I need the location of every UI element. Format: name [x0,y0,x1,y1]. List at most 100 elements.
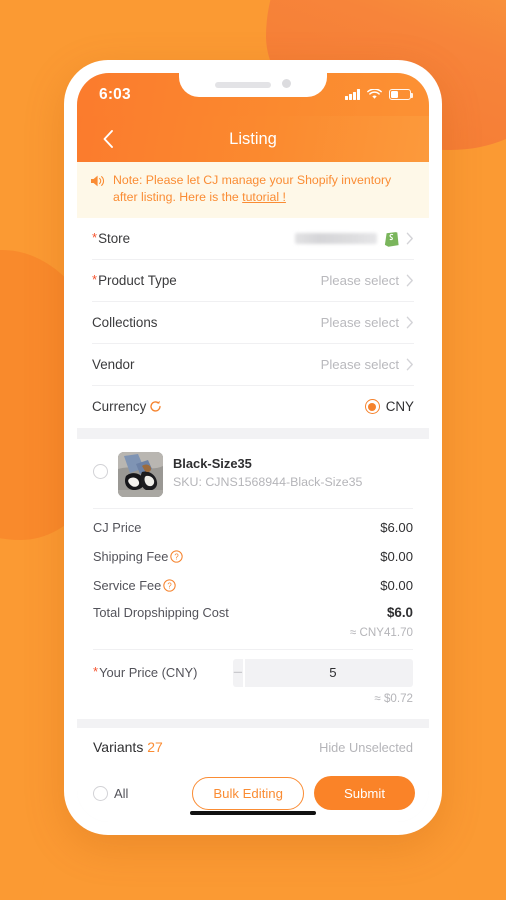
form-label-store-text: Store [98,230,131,246]
chevron-right-icon [406,316,413,329]
tutorial-link[interactable]: tutorial ! [242,190,286,204]
stepper-decrement-button[interactable]: − [233,658,243,687]
refresh-icon[interactable] [149,400,162,413]
required-star: * [93,664,99,680]
variant-meta: Black-Size35 SKU: CJNS1568944-Black-Size… [173,452,362,492]
form-label-currency-text: Currency [92,399,147,415]
cellular-signal-icon [345,89,360,100]
your-price-row: *Your Price (CNY) − + [93,658,413,687]
help-circle-icon[interactable]: ? [170,550,184,563]
price-label-service-fee: Service Fee ? [93,578,176,593]
form-label-vendor: Vendor [92,357,134,372]
svg-text:?: ? [168,581,173,590]
price-label-service-fee-text: Service Fee [93,577,162,593]
quantity-stepper[interactable]: − + [233,658,413,687]
price-row-total: Total Dropshipping Cost $6.0 [93,600,413,626]
your-price-label: * Your Price (CNY) [93,665,197,680]
phone-device-frame: 6:03 Listing Note: Please let CJ manage … [64,60,442,835]
price-label-shipping-fee: Shipping Fee ? [93,548,184,564]
store-name-redacted [295,232,377,244]
bottom-actions: Bulk Editing Submit [192,776,415,810]
price-row-shipping-fee: Shipping Fee ? $0.00 [93,542,413,571]
form-value-vendor: Please select [321,357,414,372]
price-label-cj-price: CJ Price [93,520,141,535]
form-value-product-type: Please select [321,273,414,288]
status-bar-icons [345,89,414,100]
currency-selected-label: CNY [385,399,414,415]
your-price-approx-usd: ≈ $0.72 [374,691,413,705]
battery-low-icon [389,89,414,100]
form-label-product-type: * Product Type [92,273,177,288]
price-amount-total: $6.0 [386,605,413,621]
form-value-store [295,230,414,247]
your-price-label-text: Your Price (CNY) [99,665,198,681]
select-all-label: All [114,785,129,801]
form-row-vendor[interactable]: Vendor Please select [92,344,414,386]
your-price-input[interactable] [244,658,413,687]
form-label-collections-text: Collections [92,314,158,330]
form-row-currency[interactable]: Currency CNY [92,386,414,428]
price-label-shipping-fee-text: Shipping Fee [93,548,169,564]
collections-value: Please select [320,314,399,330]
notice-banner: Note: Please let CJ manage your Shopify … [77,162,429,218]
screen-body: * Store * Product Type Please select Col… [77,217,429,764]
form-label-collections: Collections [92,315,158,330]
device-notch [179,73,327,97]
form-label-currency: Currency [92,399,162,414]
variant-sku: SKU: CJNS1568944-Black-Size35 [173,475,363,490]
vendor-value: Please select [320,356,399,372]
form-row-collections[interactable]: Collections Please select [92,302,414,344]
price-label-total: Total Dropshipping Cost [93,605,229,620]
form-label-store: * Store [92,231,130,246]
notch-camera [282,79,291,88]
select-all-control[interactable]: All [93,785,129,801]
form-row-store[interactable]: * Store [92,218,414,260]
currency-option-cny[interactable]: CNY [364,399,414,415]
radio-selected-icon [364,399,380,415]
variant-header: Black-Size35 SKU: CJNS1568944-Black-Size… [77,439,429,508]
section-divider [77,427,429,439]
variants-bar: Variants 27 Hide Unselected [77,727,429,764]
chevron-right-icon [406,232,413,245]
product-photo-black-white-shoes[interactable] [118,451,163,497]
hide-unselected-button[interactable]: Hide Unselected [319,740,413,755]
price-label-cj-price-text: CJ Price [93,519,142,535]
your-price-block: *Your Price (CNY) − + ≈ $0.72 [93,648,413,713]
back-button[interactable] [95,126,121,152]
speaker-announcement-icon [91,175,104,187]
variant-select-radio[interactable] [93,463,108,479]
chevron-right-icon [406,358,413,371]
wifi-icon [367,89,382,99]
price-label-total-text: Total Dropshipping Cost [93,605,229,621]
price-amount-service-fee: $0.00 [380,577,413,593]
submit-button[interactable]: Submit [313,776,415,810]
chevron-right-icon [406,274,413,287]
help-circle-icon[interactable]: ? [163,579,176,592]
price-amount-shipping-fee: $0.00 [380,548,413,564]
select-all-radio[interactable] [93,785,108,801]
chevron-left-icon [103,130,113,148]
required-star: * [92,229,98,245]
form-row-product-type[interactable]: * Product Type Please select [92,260,414,302]
required-star: * [92,271,98,287]
shopify-bag-icon [384,232,399,247]
svg-text:?: ? [175,552,180,561]
price-row-cj-price: CJ Price $6.00 [93,513,413,542]
form-value-collections: Please select [321,315,414,330]
section-divider-small [77,718,429,728]
product-thumbnail-art [118,451,163,497]
variants-label-group: Variants 27 [93,739,163,755]
notice-text: Note: Please let CJ manage your Shopify … [113,172,415,207]
listing-form-section: * Store * Product Type Please select Col… [77,217,429,428]
price-breakdown-list: CJ Price $6.00 Shipping Fee ? $0.00 Serv… [93,507,413,649]
product-type-value: Please select [320,272,399,288]
navigation-bar: Listing [77,116,429,162]
page-title: Listing [229,129,277,148]
variants-label: Variants [93,739,144,756]
notch-speaker [215,82,271,88]
price-amount-cj-price: $6.00 [380,519,413,535]
form-label-vendor-text: Vendor [92,356,135,372]
phone-screen: 6:03 Listing Note: Please let CJ manage … [77,73,429,822]
variants-count: 27 [147,739,163,756]
bulk-editing-button[interactable]: Bulk Editing [192,776,304,810]
